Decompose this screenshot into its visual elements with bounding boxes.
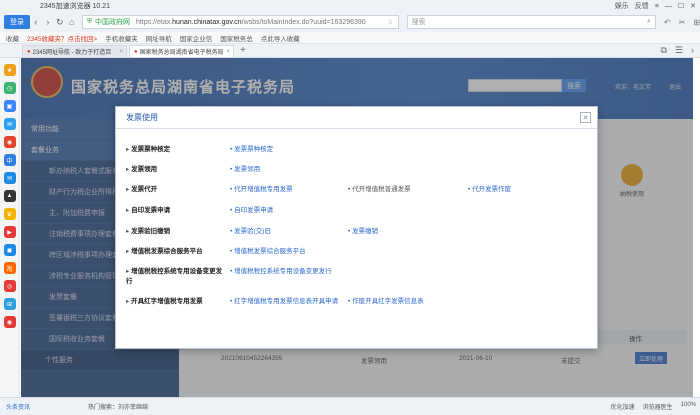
- tab-list-icon[interactable]: ☰: [675, 45, 683, 56]
- invoice-use-dialog: 发票使用 ✕ 发票票种核定 发票票种核定 发票领用 发票领用 发票代开 代开增值…: [115, 106, 598, 349]
- tab-label: 国家税务总局湖南省电子税务局: [139, 50, 224, 56]
- search-placeholder: 搜索: [411, 19, 426, 26]
- zoom-level[interactable]: 100%: [681, 402, 696, 411]
- link-vat-special[interactable]: 代开增值税专用发票: [230, 183, 293, 193]
- address-bar[interactable]: ⛨ 中国政府网 https://etax.hunan.chinatax.gov.…: [81, 15, 399, 29]
- weibo-icon[interactable]: ◉: [3, 136, 16, 148]
- link-cancel-invoice[interactable]: 发票缴销: [348, 225, 378, 235]
- link-void-red-invoice[interactable]: 作废开具红字发票信息表: [348, 295, 424, 305]
- row-label: 开具红字增值税专用发票: [126, 295, 230, 305]
- browser-title-bar: 2345加速浏览器 10.21 娱乐 反馈 ≡ — ☐ ✕: [0, 0, 700, 12]
- bookmark-nav[interactable]: 网址导航: [146, 33, 172, 43]
- search-icon[interactable]: ⌕: [647, 18, 651, 26]
- browser-sidebar: ★ ◷ ▣ ✉ ◉ 中 ✉ ▲ ♛ ▶ ◼ 淘 ◎ ⊞ ◉: [0, 58, 20, 397]
- tab-etax[interactable]: ● 国家税务总局湖南省电子税务局 ×: [129, 45, 234, 57]
- link-device-change[interactable]: 增值税税控系统专用设备变更发行: [230, 265, 332, 275]
- close-icon[interactable]: ✕: [690, 2, 696, 10]
- tile-icon[interactable]: ⊞: [3, 298, 16, 310]
- bookmark-star-icon[interactable]: ☆: [387, 18, 393, 26]
- row-label: 发票票种核定: [126, 143, 230, 153]
- maximize-icon[interactable]: ☐: [678, 2, 684, 10]
- dialog-title: 发票使用: [126, 113, 158, 122]
- site-badge: 中国政府网: [94, 19, 130, 26]
- tab-favicon: ●: [27, 48, 31, 55]
- hot-search[interactable]: 热门搜索：刘亦菲绵绵: [88, 402, 148, 411]
- clock-icon[interactable]: ◷: [3, 82, 16, 94]
- row-label: 发票验旧缴销: [126, 225, 230, 235]
- cut-icon[interactable]: ✂: [679, 18, 686, 27]
- zhong-icon[interactable]: 中: [3, 154, 16, 166]
- tab-close-icon[interactable]: ×: [226, 49, 230, 55]
- restore-tab-icon[interactable]: ⧉: [660, 45, 666, 56]
- mail-icon[interactable]: ✉: [3, 172, 16, 184]
- row-label: 增值税税控系统专用设备变更发行: [126, 265, 226, 285]
- link-void-invoice[interactable]: 代开发票作废: [468, 183, 511, 193]
- home-icon[interactable]: ⌂: [66, 17, 78, 27]
- window-controls: 娱乐 反馈 ≡ — ☐ ✕: [615, 1, 696, 11]
- url-text: https://etax.hunan.chinatax.gov.cn/wsbs/…: [135, 18, 366, 26]
- tabrow-tools: ⧉ ☰ ›: [660, 45, 694, 56]
- login-button[interactable]: 登录: [4, 15, 30, 29]
- refresh-icon[interactable]: ↻: [54, 17, 66, 28]
- bookmark-recover[interactable]: 2345收藏夹？点击找回>: [27, 33, 97, 43]
- link-quota-approval[interactable]: 发票票种核定: [230, 143, 273, 153]
- link-vat-general[interactable]: 代开增值税普通发票: [348, 183, 411, 193]
- dialog-header: 发票使用: [116, 107, 597, 129]
- search-input[interactable]: 搜索 ⌕: [406, 15, 656, 29]
- status-right: 优化加速 浏览器医生 100%: [611, 402, 696, 411]
- video-icon[interactable]: ◼: [3, 244, 16, 256]
- play-icon[interactable]: ▶: [3, 226, 16, 238]
- browser-app-title: 2345加速浏览器 10.21: [40, 3, 111, 10]
- taobao-icon[interactable]: 淘: [3, 262, 16, 274]
- bookmark-favorites[interactable]: 收藏: [6, 33, 19, 43]
- bookmarks-bar: 收藏 2345收藏夹？点击找回> 手机收藏夹 网址导航 国家企业信 国家税务总 …: [0, 32, 700, 44]
- grid-icon[interactable]: ⊞: [693, 18, 700, 27]
- bookmark-tax[interactable]: 国家税务总: [220, 33, 253, 43]
- chat-icon[interactable]: ✉: [3, 118, 16, 130]
- row-label: 增值税发票综合服务平台: [126, 245, 230, 255]
- king-icon[interactable]: ♛: [3, 208, 16, 220]
- bookmark-mobile[interactable]: 手机收藏夹: [105, 33, 138, 43]
- link-self-print[interactable]: 自印发票申请: [230, 204, 273, 214]
- menu-icon[interactable]: ≡: [655, 3, 659, 10]
- news-link[interactable]: 头条资讯: [6, 402, 30, 411]
- games-button[interactable]: 娱乐: [615, 1, 629, 11]
- row-label: 发票代开: [126, 183, 230, 193]
- feedback-button[interactable]: 反馈: [635, 1, 649, 11]
- game-icon[interactable]: ▲: [3, 190, 16, 202]
- browser-status-bar: 头条资讯 热门搜索：刘亦菲绵绵 优化加速 浏览器医生 100%: [0, 397, 700, 415]
- link-invoice-collect[interactable]: 发票领用: [230, 163, 260, 173]
- bookmark-import[interactable]: 点此导入收藏: [261, 33, 300, 43]
- tab-label: 2345网址导航 - 致力于打造百: [32, 50, 112, 56]
- tab-close-icon[interactable]: ×: [119, 49, 123, 55]
- row-label: 发票领用: [126, 163, 230, 173]
- tab-favicon: ●: [134, 48, 138, 55]
- dialog-close-icon[interactable]: ✕: [580, 112, 591, 123]
- bookmark-enterprise[interactable]: 国家企业信: [180, 33, 213, 43]
- circle-icon[interactable]: ◉: [3, 316, 16, 328]
- doctor-button[interactable]: 浏览器医生: [643, 402, 673, 411]
- toolbar-right: ↶ ✂ ⊞: [664, 18, 700, 27]
- star-icon[interactable]: ★: [3, 64, 16, 76]
- link-red-invoice-apply[interactable]: 红字增值税专用发票信息表开具申请: [230, 295, 338, 305]
- optimize-button[interactable]: 优化加速: [611, 402, 635, 411]
- back-icon[interactable]: ‹: [30, 17, 42, 27]
- link-check-old[interactable]: 发票验(交)旧: [230, 225, 271, 235]
- minimize-icon[interactable]: —: [665, 3, 672, 10]
- link-vat-platform[interactable]: 增值税发票综合服务平台: [230, 245, 306, 255]
- tab-bar: ● 2345网址导航 - 致力于打造百 × ● 国家税务总局湖南省电子税务局 ×…: [0, 44, 700, 58]
- address-row: 登录 ‹ › ↻ ⌂ ⛨ 中国政府网 https://etax.hunan.ch…: [0, 12, 700, 32]
- row-label: 自印发票申请: [126, 204, 230, 214]
- new-tab-icon[interactable]: +: [240, 45, 246, 57]
- undo-icon[interactable]: ↶: [664, 18, 671, 27]
- shield-icon: ⛨: [86, 18, 92, 25]
- tab-2345-nav[interactable]: ● 2345网址导航 - 致力于打造百 ×: [22, 45, 127, 57]
- forward-icon[interactable]: ›: [42, 17, 54, 27]
- chevron-right-icon[interactable]: ›: [691, 45, 694, 56]
- app-icon[interactable]: ▣: [3, 100, 16, 112]
- eye-icon[interactable]: ◎: [3, 280, 16, 292]
